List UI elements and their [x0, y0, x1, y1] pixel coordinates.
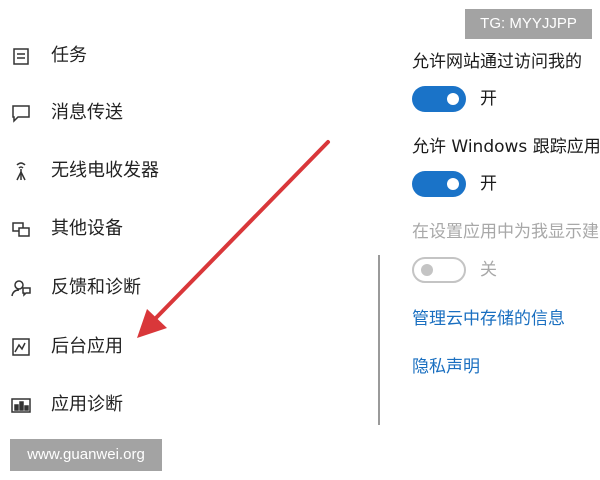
- sidebar-nav: 任务 消息传送 无线电收发器 其他设备 反馈和诊断 后台应用 应用诊断: [0, 0, 378, 430]
- website-access-toggle[interactable]: [412, 86, 466, 112]
- toggle-knob: [447, 178, 459, 190]
- manage-cloud-info-link[interactable]: 管理云中存储的信息: [412, 308, 565, 330]
- sidebar-item-label: 消息传送: [51, 102, 123, 123]
- feedback-icon: [10, 277, 32, 299]
- sidebar-item-feedback[interactable]: 反馈和诊断: [0, 268, 300, 308]
- windows-tracking-toggle[interactable]: [412, 171, 466, 197]
- sidebar-item-messaging[interactable]: 消息传送: [0, 93, 300, 133]
- message-icon: [10, 102, 32, 124]
- background-apps-icon: [10, 336, 32, 358]
- sidebar-item-label: 反馈和诊断: [51, 277, 141, 298]
- sidebar-item-label: 任务: [51, 45, 87, 66]
- task-icon: [10, 45, 32, 67]
- windows-tracking-title: 允许 Windows 跟踪应用: [412, 137, 600, 157]
- sidebar-item-tasks[interactable]: 任务: [0, 36, 300, 76]
- website-access-title: 允许网站通过访问我的: [412, 52, 582, 72]
- toggle-knob: [447, 93, 459, 105]
- privacy-statement-link[interactable]: 隐私声明: [412, 356, 480, 378]
- show-suggestions-title: 在设置应用中为我显示建: [412, 222, 599, 242]
- sidebar-item-radios[interactable]: 无线电收发器: [0, 151, 300, 191]
- show-suggestions-toggle[interactable]: [412, 257, 466, 283]
- sidebar-item-label: 无线电收发器: [51, 160, 159, 181]
- sidebar-item-other-devices[interactable]: 其他设备: [0, 209, 300, 249]
- app-diagnostics-icon: [10, 394, 32, 416]
- radio-antenna-icon: [10, 160, 32, 182]
- sidebar-item-label: 其他设备: [51, 218, 123, 239]
- show-suggestions-state: 关: [480, 260, 497, 280]
- devices-icon: [10, 218, 32, 240]
- sidebar-item-label: 后台应用: [51, 336, 123, 357]
- windows-tracking-state: 开: [480, 174, 497, 194]
- privacy-settings-window: 任务 消息传送 无线电收发器 其他设备 反馈和诊断 后台应用 应用诊断 允许网站…: [0, 0, 600, 480]
- sidebar-item-background-apps[interactable]: 后台应用: [0, 327, 300, 367]
- watermark-top-right: TG: MYYJJPP: [465, 9, 592, 39]
- sidebar-item-label: 应用诊断: [51, 394, 123, 415]
- toggle-knob: [421, 264, 433, 276]
- settings-panel: 允许网站通过访问我的 开 允许 Windows 跟踪应用 开 在设置应用中为我显…: [380, 0, 600, 430]
- website-access-state: 开: [480, 89, 497, 109]
- watermark-bottom-left: www.guanwei.org: [10, 439, 162, 471]
- sidebar-item-app-diagnostics[interactable]: 应用诊断: [0, 385, 300, 425]
